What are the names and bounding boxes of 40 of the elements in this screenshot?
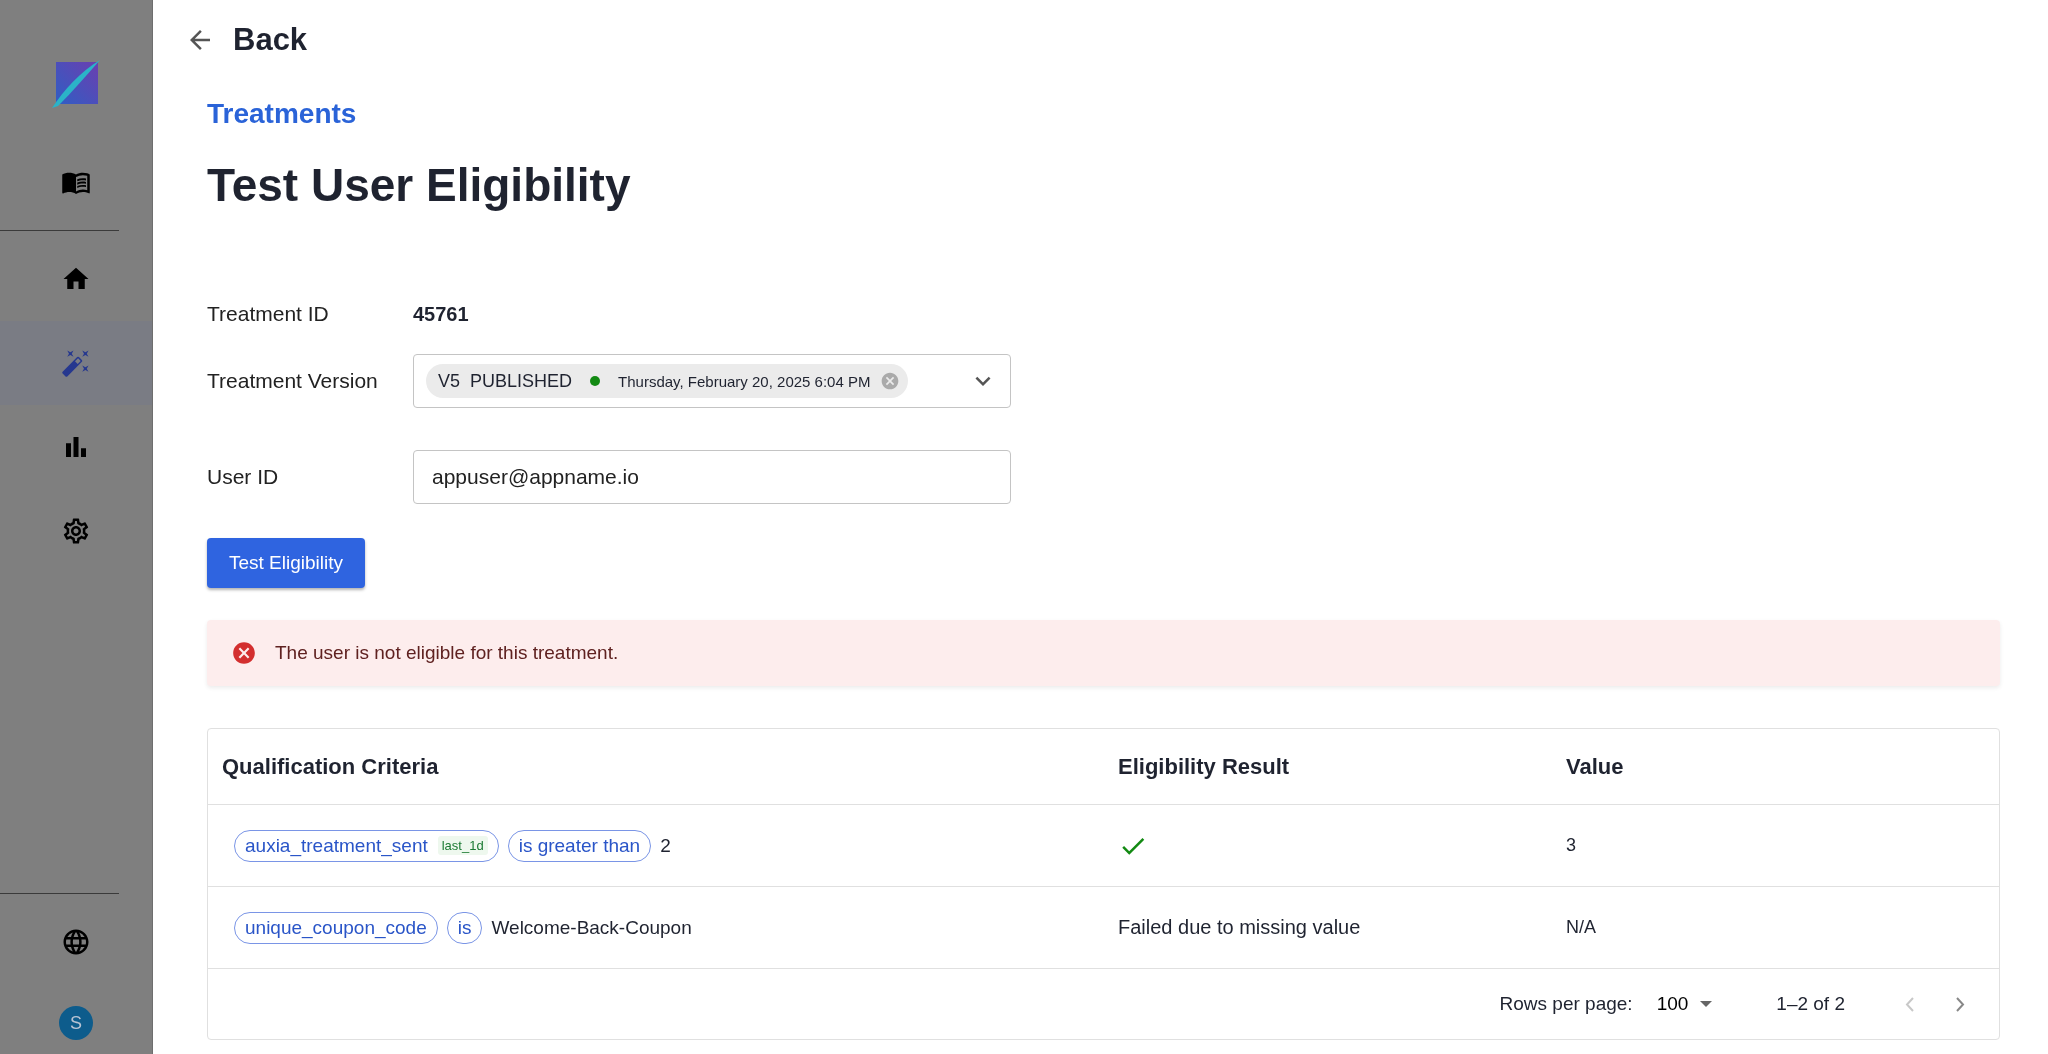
rows-per-page-select[interactable]: 100 xyxy=(1650,992,1719,1016)
rows-per-page-label: Rows per page: xyxy=(1499,993,1633,1015)
breadcrumb-link[interactable]: Treatments xyxy=(207,98,357,130)
app-logo xyxy=(49,60,100,110)
table-cell: N/A xyxy=(1566,917,1596,938)
sidebar-icon xyxy=(61,348,91,378)
column-header: Eligibility Result xyxy=(1118,753,1291,780)
column-header: Qualification Criteria xyxy=(222,753,440,780)
criteria-operand: 2 xyxy=(660,834,671,857)
dropdown-icon xyxy=(1700,1001,1713,1007)
table-cell: 3 xyxy=(1566,835,1576,856)
chip-label: is xyxy=(457,916,472,939)
version-date: Thursday, February 20, 2025 6:04 PM xyxy=(618,372,871,390)
sidebar-icon xyxy=(61,927,91,957)
chip-label: unique_coupon_code xyxy=(245,916,427,939)
back-button[interactable]: Back xyxy=(185,22,308,58)
result-text: Failed due to missing value xyxy=(1118,916,1361,939)
page-range: 1–2 of 2 xyxy=(1776,993,1845,1015)
column-header: Value xyxy=(1566,753,1625,780)
sidebar-icon xyxy=(61,516,91,546)
error-icon xyxy=(231,640,257,666)
chevron-left-icon xyxy=(1905,996,1914,1012)
page-title: Test User Eligibility xyxy=(207,158,632,212)
version-status: PUBLISHED xyxy=(470,370,573,392)
chip-label: is greater than xyxy=(518,834,641,857)
user-avatar[interactable]: S xyxy=(59,1006,93,1040)
clear-icon xyxy=(880,371,901,391)
user-id-field[interactable]: appuser@appname.io xyxy=(413,450,1011,504)
chip-label: auxia_treatment_sent xyxy=(245,834,428,857)
test-eligibility-button[interactable]: Test Eligibility xyxy=(207,538,366,588)
field-label: Treatment Version xyxy=(207,369,379,393)
criteria-operand: Welcome-Back-Coupon xyxy=(491,916,692,939)
field-label: User ID xyxy=(207,465,280,489)
chevron-right-icon xyxy=(1956,996,1965,1012)
alert-message: The user is not eligible for this treatment. xyxy=(275,642,619,664)
version-select[interactable]: V5 PUBLISHED Thursday, February 20, 2025 6:04 PM xyxy=(413,354,1011,408)
field-label: Treatment ID xyxy=(207,302,330,326)
version-label: V5 xyxy=(438,370,461,392)
chip-tag: last_1d xyxy=(437,836,488,855)
treatment-id: 45761 xyxy=(413,302,470,326)
